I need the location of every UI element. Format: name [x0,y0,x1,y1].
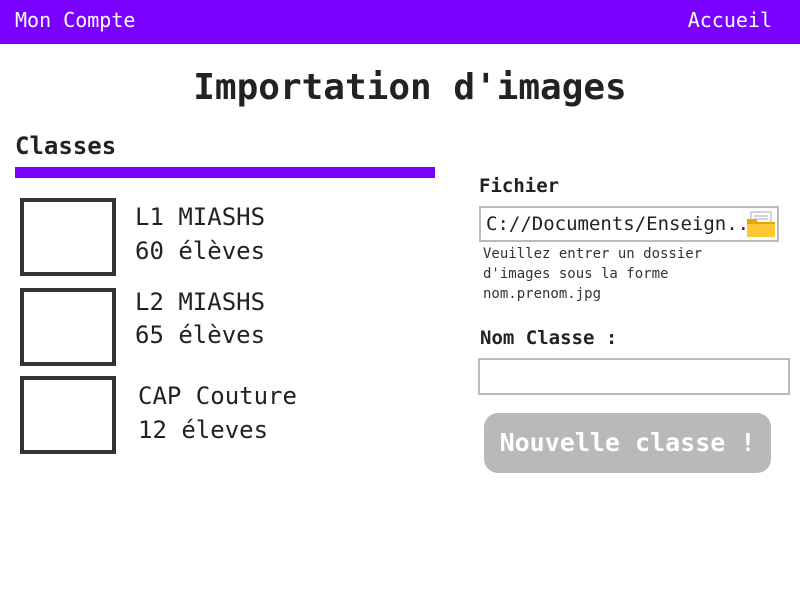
classes-heading-underline [15,167,435,178]
class-student-count: 12 éleves [138,416,269,444]
top-nav-bar: Mon Compte Accueil [0,0,800,44]
file-format-hint: Veuillez entrer un dossier d'images sous… [483,244,783,304]
hint-line: d'images sous la forme [483,266,669,282]
nav-home-link[interactable]: Accueil [688,8,772,32]
hint-line: Veuillez entrer un dossier [483,246,703,262]
classes-heading: Classes [15,132,117,160]
class-name: CAP Couture [138,382,297,410]
class-select-checkbox[interactable] [20,198,116,276]
folder-icon[interactable] [745,211,777,239]
new-class-button[interactable]: Nouvelle classe ! [484,413,771,473]
page-title: Importation d'images [193,67,627,108]
class-name-label: Nom Classe : [480,327,618,349]
class-student-count: 65 élèves [135,321,266,349]
file-label: Fichier [479,175,560,197]
class-list-item[interactable]: L1 MIASHS 60 élèves [20,198,340,276]
hint-line: nom.prenom.jpg [483,286,602,302]
nav-my-account-link[interactable]: Mon Compte [15,8,135,32]
class-list-item[interactable]: CAP Couture 12 éleves [20,376,340,454]
class-student-count: 60 élèves [135,237,266,265]
class-name: L1 MIASHS [135,203,266,231]
import-page: Mon Compte Accueil Importation d'images … [0,0,800,600]
class-name-input[interactable] [478,358,790,395]
class-select-checkbox[interactable] [20,376,116,454]
class-list-item[interactable]: L2 MIASHS 65 élèves [20,288,340,366]
file-path-field[interactable]: C://Documents/Enseign... [479,206,779,242]
class-name: L2 MIASHS [135,288,266,316]
class-select-checkbox[interactable] [20,288,116,366]
file-path-value: C://Documents/Enseign... [486,213,748,235]
